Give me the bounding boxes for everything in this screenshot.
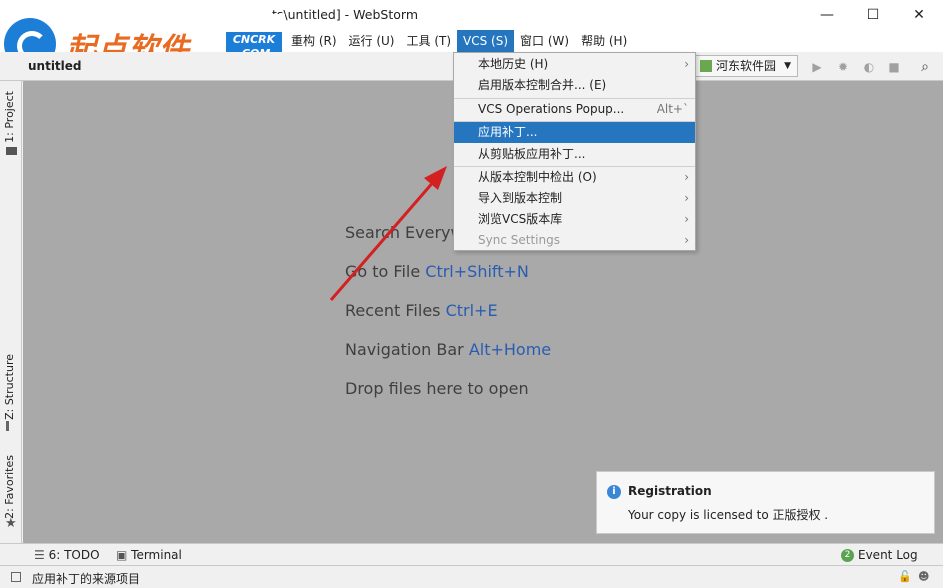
chevron-right-icon: › <box>684 57 689 71</box>
chevron-right-icon: › <box>684 191 689 205</box>
menu-item-apply-clipboard-patch[interactable]: 从剪贴板应用补丁... <box>454 144 695 165</box>
close-button[interactable]: ✕ <box>896 0 942 30</box>
menu-item-apply-patch[interactable]: 应用补丁... <box>454 122 695 143</box>
toggle-tool-windows-icon[interactable] <box>11 572 21 582</box>
menu-item-label: Sync Settings <box>478 233 560 247</box>
menu-help[interactable]: 帮助 (H) <box>575 30 633 52</box>
logo-badge-line1: CNCRK <box>232 33 276 46</box>
menu-item-vcs-popup[interactable]: VCS Operations Popup... Alt+` <box>454 99 695 120</box>
menu-item-import[interactable]: 导入到版本控制 › <box>454 188 695 209</box>
chevron-right-icon: › <box>684 170 689 184</box>
hint-recent-files: Recent Files Ctrl+E <box>345 301 498 320</box>
hint-text: Drop files here to open <box>345 379 529 398</box>
terminal-icon: ▣ <box>116 548 132 562</box>
menu-item-label: 导入到版本控制 <box>478 191 563 205</box>
tab-terminal[interactable]: ▣ Terminal <box>116 548 182 562</box>
folder-icon <box>6 147 17 155</box>
left-tool-strip: 1: Project Z: Structure 2: Favorites ★ <box>0 81 22 543</box>
menu-bar: 重构 (R) 运行 (U) 工具 (T) VCS (S) 窗口 (W) 帮助 (… <box>285 30 943 52</box>
hint-shortcut: Ctrl+Shift+N <box>425 262 529 281</box>
maximize-button[interactable]: ☐ <box>850 0 896 30</box>
tab-label: Terminal <box>131 548 182 562</box>
star-icon: ★ <box>5 516 17 531</box>
hint-go-to-file: Go to File Ctrl+Shift+N <box>345 262 529 281</box>
menu-item-local-history[interactable]: 本地历史 (H) › <box>454 54 695 75</box>
run-config-dropdown[interactable]: 河东软件园 ▼ <box>695 55 798 77</box>
run-config-icon <box>700 60 712 72</box>
menu-refactor[interactable]: 重构 (R) <box>285 30 343 52</box>
inspector-icon[interactable]: ☻ <box>918 570 929 583</box>
registration-notification[interactable]: i Registration Your copy is licensed to … <box>596 471 935 534</box>
search-icon[interactable]: ⌕ <box>918 60 932 74</box>
bottom-tool-strip: ☰ 6: TODO ▣ Terminal 2 Event Log <box>0 543 943 565</box>
menu-run[interactable]: 运行 (U) <box>343 30 401 52</box>
tab-event-log[interactable]: 2 Event Log <box>841 548 918 562</box>
tab-label: 6: TODO <box>48 548 100 562</box>
menu-item-browse-repo[interactable]: 浏览VCS版本库 › <box>454 209 695 230</box>
hint-shortcut: Ctrl+E <box>445 301 498 320</box>
hint-text: Search Everyw <box>345 223 464 242</box>
hint-drop-files: Drop files here to open <box>345 379 529 398</box>
menu-window[interactable]: 窗口 (W) <box>514 30 575 52</box>
lock-icon[interactable]: 🔓 <box>898 570 912 583</box>
menu-item-sync-settings[interactable]: Sync Settings › <box>454 230 695 251</box>
coverage-icon[interactable]: ◐ <box>862 60 876 74</box>
info-icon: i <box>607 485 621 499</box>
menu-item-label: 浏览VCS版本库 <box>478 212 563 226</box>
menu-item-label: 从版本控制中检出 (O) <box>478 170 597 184</box>
run-config-label: 河东软件园 <box>716 59 777 73</box>
hint-text: Navigation Bar <box>345 340 469 359</box>
menu-vcs[interactable]: VCS (S) <box>457 30 515 52</box>
menu-item-label: 应用补丁... <box>478 125 538 139</box>
menu-item-label: 本地历史 (H) <box>478 57 549 71</box>
menu-item-checkout[interactable]: 从版本控制中检出 (O) › <box>454 167 695 188</box>
notification-body: Your copy is licensed to 正版授权 . <box>628 508 829 522</box>
structure-icon <box>6 421 16 431</box>
hint-navigation-bar: Navigation Bar Alt+Home <box>345 340 551 359</box>
hint-text: Go to File <box>345 262 426 281</box>
hint-search-everywhere: Search Everyw <box>345 223 464 242</box>
run-icon[interactable]: ▶ <box>810 60 824 74</box>
hint-shortcut: Alt+Home <box>468 340 552 359</box>
chevron-down-icon: ▼ <box>784 61 791 71</box>
chevron-right-icon: › <box>684 212 689 226</box>
debug-icon[interactable]: ✹ <box>836 60 850 74</box>
project-breadcrumb[interactable]: untitled <box>28 59 82 73</box>
menu-item-label: 从剪贴板应用补丁... <box>478 147 586 161</box>
tab-todo[interactable]: ☰ 6: TODO <box>34 548 100 562</box>
status-message: 应用补丁的来源项目 <box>32 572 141 586</box>
notification-title: Registration <box>628 484 712 498</box>
stop-icon[interactable]: ■ <box>887 60 901 74</box>
vcs-dropdown-menu: 本地历史 (H) › 启用版本控制合并... (E) VCS Operation… <box>453 52 696 251</box>
menu-item-label: 启用版本控制合并... (E) <box>478 78 607 92</box>
list-icon: ☰ <box>34 548 49 562</box>
event-count-badge: 2 <box>841 549 854 562</box>
menu-item-label: VCS Operations Popup... <box>478 102 625 116</box>
menu-tools[interactable]: 工具 (T) <box>401 30 458 52</box>
tab-structure[interactable]: Z: Structure <box>3 354 16 420</box>
status-bar: 应用补丁的来源项目 🔓 ☻ <box>0 565 943 588</box>
tab-favorites[interactable]: 2: Favorites <box>3 455 16 519</box>
menu-item-shortcut: Alt+` <box>656 102 689 116</box>
minimize-button[interactable]: — <box>804 0 850 30</box>
chevron-right-icon: › <box>684 233 689 247</box>
hint-text: Recent Files <box>345 301 446 320</box>
menu-item-enable-vcs[interactable]: 启用版本控制合并... (E) <box>454 75 695 96</box>
tab-project[interactable]: 1: Project <box>3 91 16 143</box>
